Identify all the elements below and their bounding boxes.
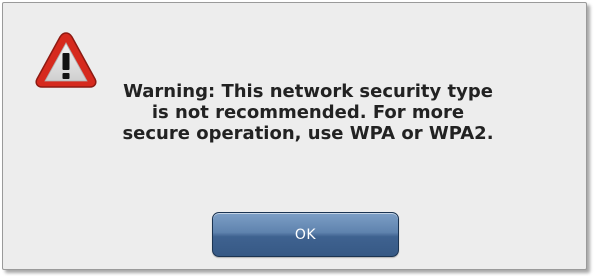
warning-triangle-icon bbox=[35, 32, 97, 88]
warning-message: Warning: This network security type is n… bbox=[98, 81, 518, 144]
ok-button[interactable]: OK bbox=[212, 212, 399, 257]
warning-dialog: Warning: This network security type is n… bbox=[2, 2, 587, 270]
ok-button-label: OK bbox=[294, 226, 317, 243]
warning-message-line-1: Warning: This network security type bbox=[123, 81, 493, 102]
warning-message-line-3: secure operation, use WPA or WPA2. bbox=[122, 123, 494, 144]
warning-message-line-2: is not recommended. For more bbox=[151, 102, 465, 123]
